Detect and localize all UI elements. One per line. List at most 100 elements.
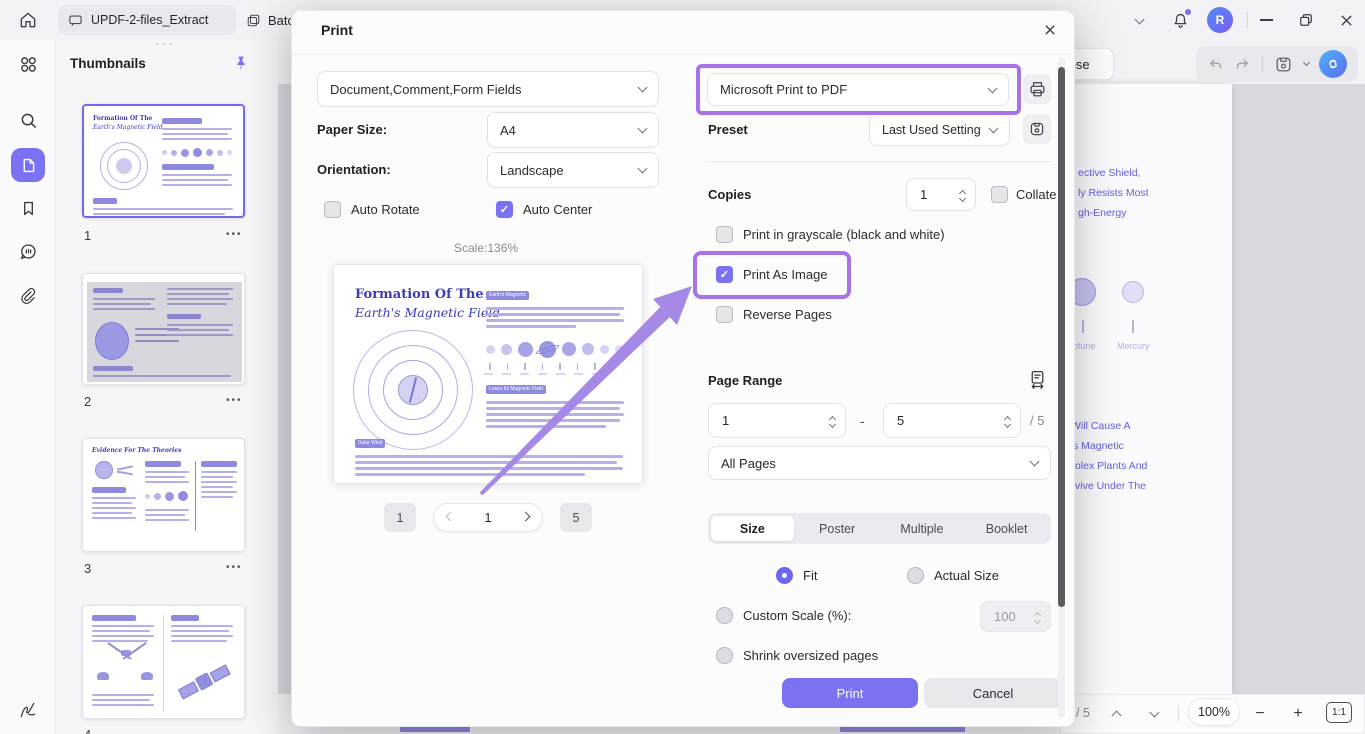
restore-button[interactable] <box>1294 9 1318 31</box>
thumb4-satellite <box>169 648 240 715</box>
home-button[interactable] <box>14 6 42 34</box>
previous-page-button[interactable] <box>1104 702 1128 726</box>
decrement-icon[interactable] <box>1004 421 1011 428</box>
zoom-level-value: 100% <box>1198 705 1230 719</box>
zoom-in-button[interactable]: + <box>1286 702 1310 726</box>
print-as-image-row: ✓ Print As Image <box>716 266 828 283</box>
thumbnails-panel-button[interactable] <box>11 148 45 182</box>
page-range-options-button[interactable] <box>1024 366 1050 392</box>
cancel-button[interactable]: Cancel <box>924 678 1062 708</box>
pages-subset-value: All Pages <box>721 456 776 471</box>
attachments-button[interactable] <box>14 282 42 310</box>
paper-size-value: A4 <box>500 123 516 138</box>
comments-button[interactable] <box>14 237 42 265</box>
print-button-label: Print <box>837 686 864 701</box>
notifications-button[interactable] <box>1166 6 1194 34</box>
undo-button[interactable] <box>1207 56 1224 73</box>
thumbnail-3-menu[interactable]: ••• <box>226 562 243 573</box>
grayscale-label: Print in grayscale (black and white) <box>743 227 945 242</box>
thumbnail-1-menu[interactable]: ••• <box>226 229 243 240</box>
last-page-button[interactable]: 5 <box>560 503 592 532</box>
zoom-out-button[interactable]: − <box>1248 702 1272 726</box>
pages-subset-dropdown[interactable]: All Pages <box>708 446 1051 480</box>
copies-stepper[interactable]: 1 <box>906 178 976 211</box>
preview-field-diagram <box>350 327 476 453</box>
custom-scale-stepper[interactable]: 100 <box>980 601 1051 632</box>
grayscale-checkbox[interactable] <box>716 226 733 243</box>
ai-assistant-button[interactable] <box>1319 50 1347 78</box>
tab-poster[interactable]: Poster <box>796 516 879 541</box>
search-button[interactable] <box>14 106 42 134</box>
tab-multiple[interactable]: Multiple <box>881 516 964 541</box>
orientation-dropdown[interactable]: Landscape <box>487 152 659 188</box>
thumbnail-page-3[interactable]: Evidence For The Theories <box>82 438 245 552</box>
minimize-button[interactable] <box>1254 9 1278 31</box>
printer-properties-button[interactable] <box>1023 74 1051 104</box>
thumbnail-page-1[interactable]: Formation Of The Earth's Magnetic Field <box>82 104 245 218</box>
tab-booklet[interactable]: Booklet <box>965 516 1048 541</box>
quick-actions-group <box>1196 46 1358 82</box>
save-chevron-icon[interactable] <box>1302 59 1309 66</box>
paper-size-dropdown[interactable]: A4 <box>487 112 659 148</box>
preset-dropdown[interactable]: Last Used Setting <box>869 113 1010 146</box>
thumb1-planets <box>162 148 232 157</box>
zoom-level-pill[interactable]: 100% <box>1188 698 1240 726</box>
decrement-icon[interactable] <box>959 195 966 202</box>
dialog-scrollbar-thumb[interactable] <box>1058 67 1065 607</box>
actual-size-radio[interactable] <box>907 567 924 584</box>
thumbnails-panel-title: Thumbnails <box>70 56 146 71</box>
pin-panel-button[interactable] <box>228 50 254 76</box>
next-page-button[interactable] <box>1142 702 1166 726</box>
panel-drag-handle[interactable]: ··· <box>155 36 176 50</box>
preview-badge-loses-field: Loses Its Magnetic Field <box>486 385 546 394</box>
tab-chevron-button[interactable] <box>1128 10 1150 32</box>
dialog-close-button[interactable]: × <box>1036 17 1064 45</box>
actual-size-button[interactable]: 1:1 <box>1326 702 1352 723</box>
auto-rotate-checkbox[interactable] <box>324 201 341 218</box>
grid-view-button[interactable] <box>14 50 42 78</box>
bookmarks-button[interactable] <box>14 194 42 222</box>
avatar[interactable]: R <box>1207 7 1233 33</box>
range-to-stepper[interactable]: 5 <box>883 403 1021 438</box>
printer-dropdown[interactable]: Microsoft Print to PDF <box>707 73 1009 106</box>
decrement-icon[interactable] <box>829 421 836 428</box>
preview-badge-solar-wind: Solar Wind <box>355 439 385 448</box>
print-as-image-checkbox[interactable]: ✓ <box>716 266 733 283</box>
thumb1-badge <box>93 198 117 204</box>
save-preset-icon <box>1028 120 1046 138</box>
auto-rotate-row: Auto Rotate <box>324 201 420 218</box>
actual-size-label: 1:1 <box>1332 707 1346 718</box>
auto-center-label: Auto Center <box>523 202 592 217</box>
collate-checkbox[interactable] <box>991 186 1008 203</box>
print-button[interactable]: Print <box>782 678 918 708</box>
thumbnail-page-2[interactable] <box>82 273 245 385</box>
shrink-radio[interactable] <box>716 647 733 664</box>
redo-button[interactable] <box>1234 56 1251 73</box>
fit-radio[interactable] <box>776 567 793 584</box>
scale-readout: Scale:136% <box>454 241 518 255</box>
save-preset-button[interactable] <box>1023 114 1051 144</box>
doc-planet-mercury <box>1122 281 1144 303</box>
auto-center-checkbox[interactable]: ✓ <box>496 201 513 218</box>
first-page-button[interactable]: 1 <box>384 503 416 532</box>
thumb2-sphere <box>95 322 129 360</box>
titlebar-divider <box>1247 12 1248 28</box>
reverse-pages-checkbox[interactable] <box>716 306 733 323</box>
thumbnail-2-menu[interactable]: ••• <box>226 395 243 406</box>
tab-poster-label: Poster <box>819 522 855 536</box>
chevron-down-icon <box>638 124 648 134</box>
tab-size[interactable]: Size <box>711 516 794 541</box>
tab-doc-icon <box>68 13 83 28</box>
saturn-planet <box>539 341 556 358</box>
range-from-stepper[interactable]: 1 <box>708 403 846 438</box>
signature-button[interactable] <box>14 696 42 724</box>
next-preview-page-button[interactable] <box>521 511 531 521</box>
thumbnail-page-4[interactable] <box>82 605 245 719</box>
save-button[interactable] <box>1274 55 1293 74</box>
document-tab[interactable]: UPDF-2-files_Extract <box>58 5 236 35</box>
custom-scale-radio[interactable] <box>716 607 733 624</box>
previous-preview-page-button[interactable] <box>446 511 456 521</box>
print-content-dropdown[interactable]: Document,Comment,Form Fields <box>317 71 659 107</box>
print-content-value: Document,Comment,Form Fields <box>330 82 521 97</box>
close-window-button[interactable] <box>1334 9 1358 31</box>
